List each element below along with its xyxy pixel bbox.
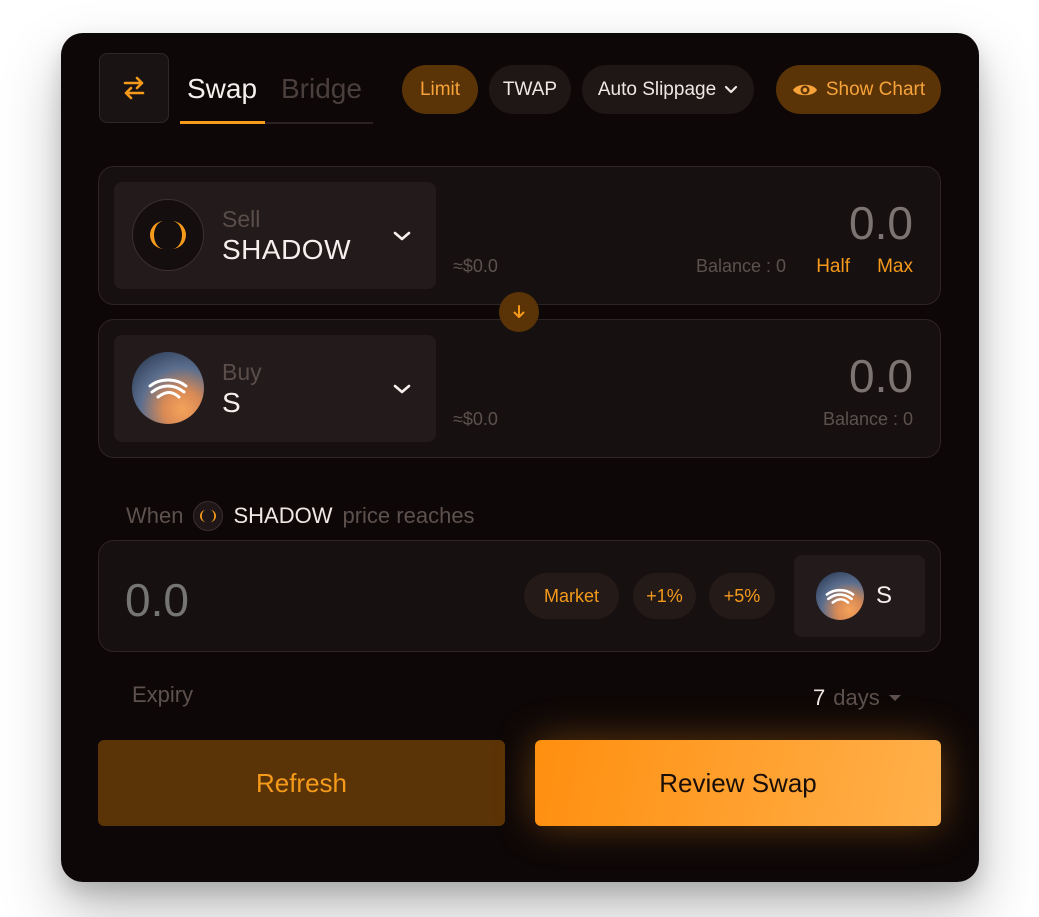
sell-balance: Balance : 0: [695, 256, 786, 276]
eye-icon: [792, 84, 817, 95]
arrow-down-icon: [513, 305, 525, 318]
tab-bridge[interactable]: Bridge: [281, 73, 362, 105]
show-chart-label: Show Chart: [825, 78, 926, 100]
swap-card: Swap Bridge Limit TWAP Auto Slippage Sho…: [61, 33, 979, 882]
sell-label: Sell: [222, 206, 261, 232]
auto-slippage-dropdown[interactable]: Auto Slippage: [582, 65, 754, 114]
shadow-token-logo: [132, 199, 204, 271]
limit-label: Limit: [419, 78, 461, 100]
expiry-unit: days: [833, 685, 880, 710]
buy-panel: Buy S ≈$0.0 0.0 Balance : 0: [98, 319, 941, 458]
s-token-logo: [816, 572, 864, 620]
sell-token-selector[interactable]: Sell SHADOW: [114, 182, 436, 289]
expiry-dropdown[interactable]: 7 days: [813, 685, 902, 711]
plus-1-percent-button[interactable]: +1%: [633, 573, 696, 619]
tab-swap[interactable]: Swap: [187, 73, 257, 105]
buy-balance: Balance : 0: [822, 409, 913, 429]
buy-token-selector[interactable]: Buy S: [114, 335, 436, 442]
chevron-down-icon: [393, 384, 411, 394]
buy-label: Buy: [222, 359, 262, 385]
swap-arrows-icon: [123, 76, 145, 100]
swap-mode-button[interactable]: [99, 53, 169, 123]
quote-token-symbol: S: [876, 582, 893, 609]
flip-tokens-button[interactable]: [499, 292, 539, 332]
market-price-button[interactable]: Market: [524, 573, 619, 619]
quote-token-selector[interactable]: S: [794, 555, 925, 637]
show-chart-button[interactable]: Show Chart: [776, 65, 941, 114]
refresh-button[interactable]: Refresh: [98, 740, 505, 826]
twap-label: TWAP: [502, 78, 558, 100]
shadow-mini-logo: [193, 501, 224, 531]
buy-token-symbol: S: [222, 387, 242, 418]
limit-token-symbol: SHADOW: [233, 503, 333, 528]
limit-price-caption: When SHADOW price reaches: [126, 501, 475, 531]
s-token-logo: [132, 352, 204, 424]
buy-amount-input[interactable]: 0.0: [849, 349, 913, 403]
max-button[interactable]: Max: [877, 256, 913, 278]
chevron-down-icon: [725, 85, 738, 93]
chevron-down-icon: [393, 231, 411, 241]
caret-down-icon: [888, 695, 901, 701]
sell-amount-input[interactable]: 0.0: [849, 196, 913, 250]
plus-5-percent-button[interactable]: +5%: [709, 573, 775, 619]
tab-active-indicator: [180, 121, 265, 124]
limit-button[interactable]: Limit: [402, 65, 478, 114]
twap-button[interactable]: TWAP: [489, 65, 571, 114]
limit-price-panel: Market +1% +5% S: [98, 540, 941, 652]
review-swap-button[interactable]: Review Swap: [535, 740, 941, 826]
sell-usd-value: ≈$0.0: [453, 256, 498, 276]
expiry-value: 7: [813, 685, 826, 710]
buy-usd-value: ≈$0.0: [453, 409, 498, 429]
auto-slippage-label: Auto Slippage: [597, 78, 717, 100]
limit-price-input[interactable]: [125, 573, 445, 627]
half-button[interactable]: Half: [816, 256, 850, 278]
price-reaches-label: price reaches: [342, 503, 475, 528]
sell-panel: Sell SHADOW ≈$0.0 0.0 Balance : 0 Half M…: [98, 166, 941, 305]
sell-token-symbol: SHADOW: [222, 234, 351, 265]
expiry-label: Expiry: [132, 682, 194, 707]
when-label: When: [126, 503, 184, 528]
